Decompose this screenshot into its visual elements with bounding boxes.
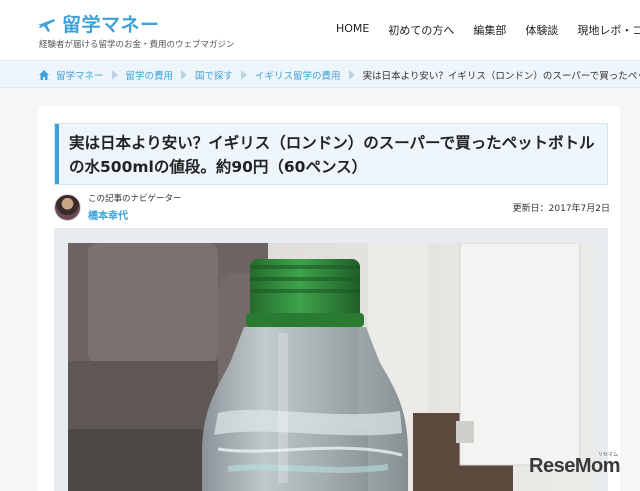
water-bottle-photo [68, 243, 594, 491]
nav-item-reports[interactable]: 現地レポ・コラム [577, 22, 640, 38]
title-accent-bar [55, 124, 59, 184]
updated-date: 更新日：2017年7月2日 [512, 204, 610, 214]
navigator-meta: この記事のナビゲーター 橋本幸代 [88, 192, 182, 222]
article-navigator: この記事のナビゲーター 橋本幸代 [54, 192, 182, 222]
site-header: 留学マネー 経験者が届ける留学のお金・費用のウェブマガジン HOME 初めての方… [0, 0, 640, 58]
chevron-right-icon [181, 70, 188, 80]
breadcrumb-current: 実は日本より安い？イギリス（ロンドン）のスーパーで買ったペットボ [362, 71, 640, 82]
home-icon[interactable] [38, 69, 50, 81]
site-logo[interactable]: 留学マネー [36, 10, 160, 37]
main-nav: HOME 初めての方へ 編集部 体験談 現地レポ・コラム [336, 22, 640, 38]
chevron-right-icon [241, 70, 248, 80]
article-title-box: 実は日本より安い？イギリス（ロンドン）のスーパーで買ったペットボトルの水500m… [54, 123, 608, 185]
navigator-role: この記事のナビゲーター [88, 194, 182, 204]
chevron-right-icon [111, 70, 118, 80]
avatar[interactable] [54, 193, 81, 221]
nav-item-experiences[interactable]: 体験談 [525, 22, 558, 38]
article-title: 実は日本より安い？イギリス（ロンドン）のスーパーで買ったペットボトルの水500m… [69, 134, 595, 176]
breadcrumb-item-uk[interactable]: イギリス留学の費用 [255, 68, 341, 82]
logo-text: 留学マネー [62, 14, 160, 36]
breadcrumb-item-top[interactable]: 留学マネー [56, 68, 104, 82]
nav-item-beginners[interactable]: 初めての方へ [388, 22, 454, 38]
breadcrumb-item-costs[interactable]: 留学の費用 [126, 68, 174, 82]
breadcrumb-bar: 留学マネー 留学の費用 国で探す イギリス留学の費用 実は日本より安い？イギリス… [0, 60, 640, 88]
nav-item-editorial[interactable]: 編集部 [473, 22, 506, 38]
resemom-watermark-sub: リセマム [598, 452, 619, 458]
navigator-name[interactable]: 橋本幸代 [88, 207, 182, 222]
nav-item-home[interactable]: HOME [336, 22, 369, 38]
site-tagline: 経験者が届ける留学のお金・費用のウェブマガジン [39, 40, 235, 50]
breadcrumb-item-by-country[interactable]: 国で探す [195, 68, 233, 82]
airplane-icon [38, 18, 55, 32]
chevron-right-icon [348, 70, 355, 80]
breadcrumb: 留学マネー 留学の費用 国で探す イギリス留学の費用 実は日本より安い？イギリス… [38, 68, 640, 82]
resemom-watermark-logo: ReseMom [529, 455, 620, 477]
article-photo [68, 243, 594, 491]
